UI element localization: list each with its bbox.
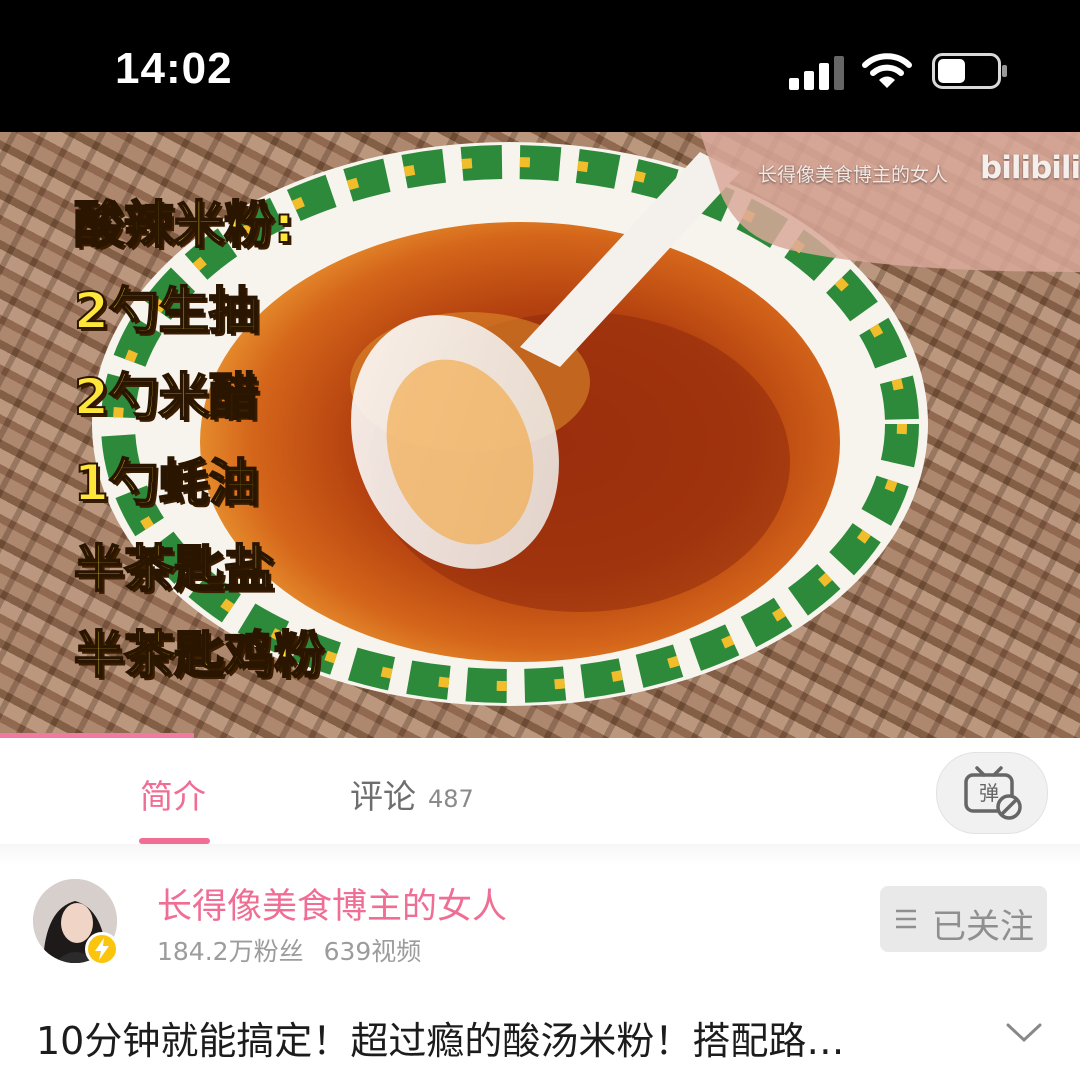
svg-text:弹: 弹 (979, 781, 999, 805)
battery-icon (932, 53, 1007, 89)
tab-bar: 简介 评论 487 弹 (0, 738, 1080, 844)
video-title[interactable]: 10分钟就能搞定！超过瘾的酸汤米粉！搭配路… (36, 1010, 966, 1065)
verified-badge-icon (85, 932, 119, 966)
comments-count: 487 (428, 785, 474, 813)
bilibili-logo: bilibili (980, 150, 1080, 186)
tab-comments[interactable]: 评论 487 (350, 770, 474, 818)
tab-comments-label: 评论 (350, 777, 416, 816)
watermark-uploader: 长得像美食博主的女人 (758, 164, 949, 186)
recipe-line: 酸辣米粉: (73, 195, 295, 255)
recipe-line: 2勺米醋 (73, 367, 260, 427)
uploader-stats: 184.2万粉丝 639视频 (157, 932, 421, 968)
status-bar: 14:02 (0, 0, 1080, 132)
uploader-name[interactable]: 长得像美食博主的女人 (157, 878, 507, 929)
tab-intro[interactable]: 简介 (140, 770, 206, 818)
cellular-signal-icon (789, 54, 845, 90)
follow-button[interactable]: 已关注 (880, 886, 1047, 952)
video-info-panel: 长得像美食博主的女人 184.2万粉丝 639视频 已关注 10分钟就能搞定！超过… (0, 844, 1080, 1080)
follower-count: 184.2万粉丝 (157, 937, 304, 966)
chevron-down-icon[interactable] (1004, 1020, 1044, 1046)
recipe-line: 2勺生抽 (73, 281, 260, 341)
status-time: 14:02 (115, 44, 233, 93)
recipe-line: 半茶匙盐 (73, 539, 275, 599)
recipe-overlay: 酸辣米粉: 2勺生抽 2勺米醋 1勺蚝油 半茶匙盐 半茶匙鸡粉 (73, 182, 325, 698)
danmaku-toggle-icon: 弹 (964, 766, 1022, 820)
recipe-line: 半茶匙鸡粉 (73, 625, 325, 685)
follow-label: 已关注 (932, 907, 1034, 947)
danmaku-toggle-button[interactable]: 弹 (936, 752, 1048, 834)
menu-icon (896, 909, 916, 929)
recipe-line: 1勺蚝油 (73, 453, 260, 513)
wifi-icon (862, 53, 912, 88)
video-player[interactable]: 长得像美食博主的女人 bilibili 酸辣米粉: 2勺生抽 2勺米醋 1勺蚝油… (0, 132, 1080, 738)
video-count: 639视频 (323, 937, 422, 966)
